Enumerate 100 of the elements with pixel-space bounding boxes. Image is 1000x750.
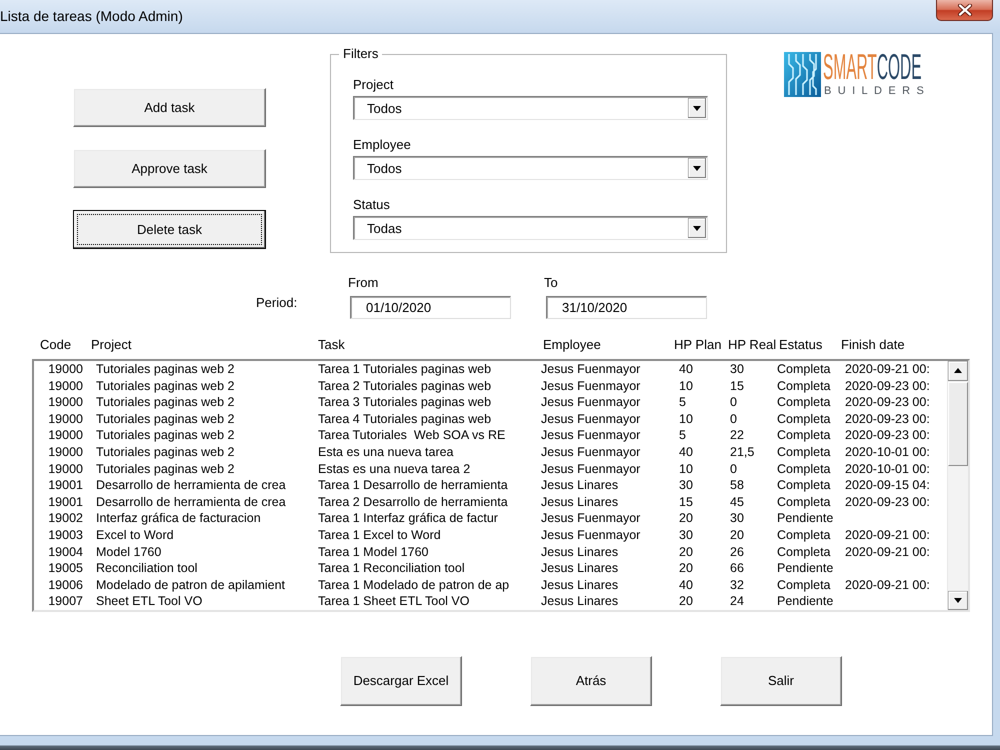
table-cell-text: 2020-09-21 00: xyxy=(845,544,931,560)
table-cell-text: 2020-09-21 00: xyxy=(845,361,931,378)
table-cell-text: Completa xyxy=(777,526,832,544)
table-cell-text: 10 xyxy=(679,460,694,478)
table-cell-text: Excel to Word xyxy=(96,526,175,544)
table-cell-text: 19001 xyxy=(47,494,84,510)
group-title: Filters xyxy=(342,46,380,62)
table-cell-text: 19005 xyxy=(47,560,84,577)
table-cell-text: Pendiente xyxy=(777,593,834,610)
date-label: To xyxy=(544,275,559,291)
table-cell-text: 26 xyxy=(730,544,745,560)
table-cell-text: 0 xyxy=(730,394,738,411)
table-cell-text: 20 xyxy=(679,560,694,577)
table-cell-text: 5 xyxy=(679,394,687,411)
table-cell-text: 19001 xyxy=(47,477,84,494)
table-cell-text: Jesus Fuenmayor xyxy=(541,378,642,394)
table-cell-text: Sheet ETL Tool VO xyxy=(96,593,204,610)
column-header: Finish date xyxy=(841,337,906,353)
table-cell-text: Completa xyxy=(777,576,832,594)
table-cell-text: 19002 xyxy=(47,510,84,527)
table-cell-text: Jesus Fuenmayor xyxy=(541,526,642,544)
filter-dropdown[interactable]: Todas xyxy=(353,216,708,240)
table-cell-text: Tarea 4 Tutoriales paginas web xyxy=(318,410,492,428)
table-cell-text: 15 xyxy=(730,378,745,394)
table-cell-text: Completa xyxy=(777,444,832,461)
table-cell-text: Esta es una nueva tarea xyxy=(318,444,455,461)
table-cell-text: Jesus Fuenmayor xyxy=(541,444,642,461)
action-button[interactable]: Delete task xyxy=(73,210,266,249)
table-cell-text: Tutoriales paginas web 2 xyxy=(96,361,236,378)
table-cell-text: Completa xyxy=(777,378,832,394)
column-header: Code xyxy=(40,337,72,353)
dropdown-arrow-icon[interactable] xyxy=(688,98,706,118)
table-cell-text: 15 xyxy=(679,494,694,510)
table-cell-text: Tarea Tutoriales Web SOA vs RE xyxy=(318,427,506,444)
table-cell-text: Tutoriales paginas web 2 xyxy=(96,427,236,444)
table-cell-text: Completa xyxy=(777,361,832,378)
table-cell-text: Tutoriales paginas web 2 xyxy=(96,410,236,428)
table-cell-text: Tarea 1 Model 1760 xyxy=(318,544,430,560)
dropdown-arrow-icon[interactable] xyxy=(688,158,706,178)
table-cell-text: Jesus Linares xyxy=(541,593,620,610)
vertical-scrollbar[interactable] xyxy=(947,361,968,610)
scrollbar-thumb[interactable] xyxy=(948,382,968,466)
table-cell-text: 19000 xyxy=(47,460,84,478)
footer-button[interactable]: Salir xyxy=(720,656,842,706)
filter-label: Status xyxy=(353,197,391,213)
table-cell-text: 30 xyxy=(730,510,745,527)
table-cell-text: Tarea 1 Sheet ETL Tool VO xyxy=(318,593,470,610)
table-cell-text: 2020-09-21 00: xyxy=(845,526,931,544)
table-cell-text: Completa xyxy=(777,544,832,560)
table-cell-text: 10 xyxy=(679,410,694,428)
action-button[interactable]: Add task xyxy=(73,88,266,127)
window-title: Lista de tareas (Modo Admin) xyxy=(0,7,183,26)
table-cell-text: Jesus Fuenmayor xyxy=(541,510,642,527)
table-cell-text: 0 xyxy=(730,460,738,478)
column-header: Project xyxy=(91,337,132,353)
date-field[interactable]: 31/10/2020 xyxy=(546,296,707,319)
close-button[interactable] xyxy=(936,0,993,21)
table-cell-text: 20 xyxy=(679,544,694,560)
table-cell-text: Completa xyxy=(777,394,832,411)
date-field[interactable]: 01/10/2020 xyxy=(350,296,511,319)
footer-button[interactable]: Descargar Excel xyxy=(340,656,462,706)
filter-dropdown[interactable]: Todos xyxy=(353,96,708,120)
table-cell-text: Tutoriales paginas web 2 xyxy=(96,460,236,478)
table-cell-text: Tarea 2 Desarrollo de herramienta xyxy=(318,494,509,510)
table-cell-text: 19007 xyxy=(47,593,84,610)
table-cell-text: 30 xyxy=(679,526,694,544)
table-cell-text: 45 xyxy=(730,494,745,510)
table-cell-text: Jesus Linares xyxy=(541,560,620,577)
table-cell-text: 10 xyxy=(679,378,694,394)
filter-dropdown[interactable]: Todos xyxy=(353,156,708,180)
footer-button[interactable]: Atrás xyxy=(530,656,652,706)
table-cell-text: 0 xyxy=(730,410,738,428)
table-cell-text: 32 xyxy=(730,576,745,594)
table-cell-text: Tarea 2 Tutoriales paginas web xyxy=(318,378,492,394)
filter-label: Employee xyxy=(353,137,412,153)
table-cell-text: 40 xyxy=(679,361,694,378)
table-cell-text: Pendiente xyxy=(777,510,834,527)
down-arrow-icon[interactable] xyxy=(948,591,968,610)
logo-wordmark: SMARTCODE xyxy=(823,52,922,82)
table-cell-text: Jesus Fuenmayor xyxy=(541,410,642,428)
up-arrow-icon[interactable] xyxy=(948,361,968,381)
table-cell-text: 19006 xyxy=(47,576,84,594)
table-cell-text: 19000 xyxy=(47,444,84,461)
action-button[interactable]: Approve task xyxy=(73,149,266,188)
table-cell-text: Completa xyxy=(777,460,832,478)
table-cell-text: 19004 xyxy=(47,544,84,560)
table-cell-text: Modelado de patron de apilamient xyxy=(96,576,286,594)
table-cell-text: 20 xyxy=(679,593,694,610)
table-cell-text: 19000 xyxy=(47,378,84,394)
table-cell-text: Tarea 1 Excel to Word xyxy=(318,526,442,544)
table-cell-text: 2020-09-15 04: xyxy=(845,477,931,494)
table-cell-text: Completa xyxy=(777,410,832,428)
table-cell-text: Jesus Linares xyxy=(541,477,620,494)
table-cell-text: Tarea 1 Modelado de patron de ap xyxy=(318,576,510,594)
column-header: Estatus xyxy=(779,337,824,353)
table-cell-text: 2020-10-01 00: xyxy=(845,444,931,461)
table-cell-text: 2020-09-23 00: xyxy=(845,427,931,444)
dropdown-arrow-icon[interactable] xyxy=(688,218,706,238)
table-cell-text: 2020-10-01 00: xyxy=(845,460,931,478)
task-list[interactable] xyxy=(32,359,970,612)
